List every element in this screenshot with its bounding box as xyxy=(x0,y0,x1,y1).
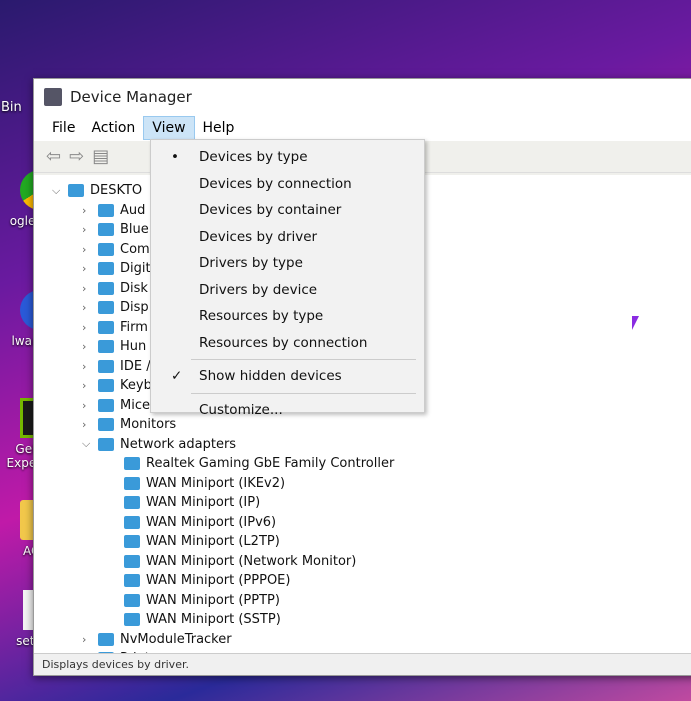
tree-device[interactable]: WAN Miniport (IP) xyxy=(52,493,691,513)
device-icon xyxy=(98,632,114,646)
desktop-icon-recycle-bin[interactable]: Bin xyxy=(0,100,32,115)
properties-icon[interactable]: ▤ xyxy=(92,146,109,167)
view-menu-item[interactable]: Resources by connection xyxy=(151,330,424,357)
device-icon xyxy=(98,437,114,451)
tree-category[interactable]: ⌵ Network adapters xyxy=(52,435,691,455)
menu-help[interactable]: Help xyxy=(195,117,243,139)
menu-action[interactable]: Action xyxy=(83,117,143,139)
radio-bullet-icon: • xyxy=(171,149,179,166)
chevron-right-icon[interactable]: › xyxy=(82,282,98,295)
view-menu-item[interactable]: Devices by connection xyxy=(151,171,424,198)
tree-device[interactable]: WAN Miniport (Network Monitor) xyxy=(52,552,691,572)
menu-view[interactable]: View xyxy=(143,116,195,140)
tree-device[interactable]: WAN Miniport (PPPOE) xyxy=(52,571,691,591)
menu-file[interactable]: File xyxy=(44,117,83,139)
chevron-right-icon[interactable]: › xyxy=(82,262,98,275)
chevron-right-icon[interactable]: › xyxy=(82,243,98,256)
device-manager-window: Device Manager File Action View Help ⇦ ⇨ ▤… xyxy=(33,78,691,676)
chevron-right-icon[interactable]: › xyxy=(82,633,98,646)
chevron-down-icon[interactable]: ⌵ xyxy=(82,437,98,451)
tree-category[interactable]: › NvModuleTracker xyxy=(52,630,691,650)
tree-device[interactable]: WAN Miniport (SSTP) xyxy=(52,610,691,630)
forward-icon[interactable]: ⇨ xyxy=(69,146,84,167)
device-icon xyxy=(98,340,114,354)
chevron-down-icon[interactable]: ⌵ xyxy=(52,184,68,198)
device-icon xyxy=(124,593,140,607)
chevron-right-icon[interactable]: › xyxy=(82,340,98,353)
chevron-right-icon[interactable]: › xyxy=(82,223,98,236)
view-menu-item[interactable]: • Devices by type xyxy=(151,144,424,171)
title-bar: Device Manager xyxy=(34,79,691,115)
device-icon xyxy=(98,262,114,276)
device-icon xyxy=(98,203,114,217)
view-menu-dropdown: • Devices by type Devices by connection Dev… xyxy=(150,139,425,418)
device-icon xyxy=(98,398,114,412)
device-icon xyxy=(124,515,140,529)
device-icon xyxy=(68,184,84,198)
back-icon[interactable]: ⇦ xyxy=(46,146,61,167)
mouse-cursor-icon xyxy=(632,316,639,330)
device-manager-icon xyxy=(44,88,62,106)
device-icon xyxy=(98,281,114,295)
device-icon xyxy=(124,496,140,510)
device-icon xyxy=(124,535,140,549)
device-icon xyxy=(98,418,114,432)
tree-device[interactable]: WAN Miniport (IPv6) xyxy=(52,513,691,533)
menu-separator xyxy=(191,392,416,394)
view-menu-item[interactable]: Drivers by device xyxy=(151,277,424,304)
device-icon xyxy=(124,613,140,627)
device-icon xyxy=(98,242,114,256)
status-bar: Displays devices by driver. xyxy=(34,653,691,675)
chevron-right-icon[interactable]: › xyxy=(82,379,98,392)
chevron-right-icon[interactable]: › xyxy=(82,301,98,314)
device-icon xyxy=(98,320,114,334)
device-icon xyxy=(98,223,114,237)
view-menu-item[interactable]: Resources by type xyxy=(151,303,424,330)
device-icon xyxy=(124,476,140,490)
tree-device[interactable]: WAN Miniport (IKEv2) xyxy=(52,474,691,494)
view-menu-item[interactable]: Drivers by type xyxy=(151,250,424,277)
menu-bar: File Action View Help xyxy=(34,115,691,141)
device-icon xyxy=(124,574,140,588)
chevron-right-icon[interactable]: › xyxy=(82,418,98,431)
view-menu-item[interactable]: Customize... xyxy=(151,397,424,424)
view-menu-item[interactable]: Devices by container xyxy=(151,197,424,224)
device-icon xyxy=(124,554,140,568)
tree-device[interactable]: WAN Miniport (L2TP) xyxy=(52,532,691,552)
device-icon xyxy=(98,301,114,315)
chevron-right-icon[interactable]: › xyxy=(82,399,98,412)
window-title: Device Manager xyxy=(70,88,192,106)
chevron-right-icon[interactable]: › xyxy=(82,204,98,217)
view-menu-item[interactable]: Devices by driver xyxy=(151,224,424,251)
device-icon xyxy=(98,359,114,373)
device-icon xyxy=(124,457,140,471)
menu-separator xyxy=(191,359,416,360)
chevron-right-icon[interactable]: › xyxy=(82,321,98,334)
checkmark-icon: ✓ xyxy=(171,368,183,385)
tree-device[interactable]: WAN Miniport (PPTP) xyxy=(52,591,691,611)
device-icon xyxy=(98,379,114,393)
view-menu-item[interactable]: ✓ Show hidden devices xyxy=(151,363,424,390)
tree-device[interactable]: Realtek Gaming GbE Family Controller xyxy=(52,454,691,474)
chevron-right-icon[interactable]: › xyxy=(82,360,98,373)
